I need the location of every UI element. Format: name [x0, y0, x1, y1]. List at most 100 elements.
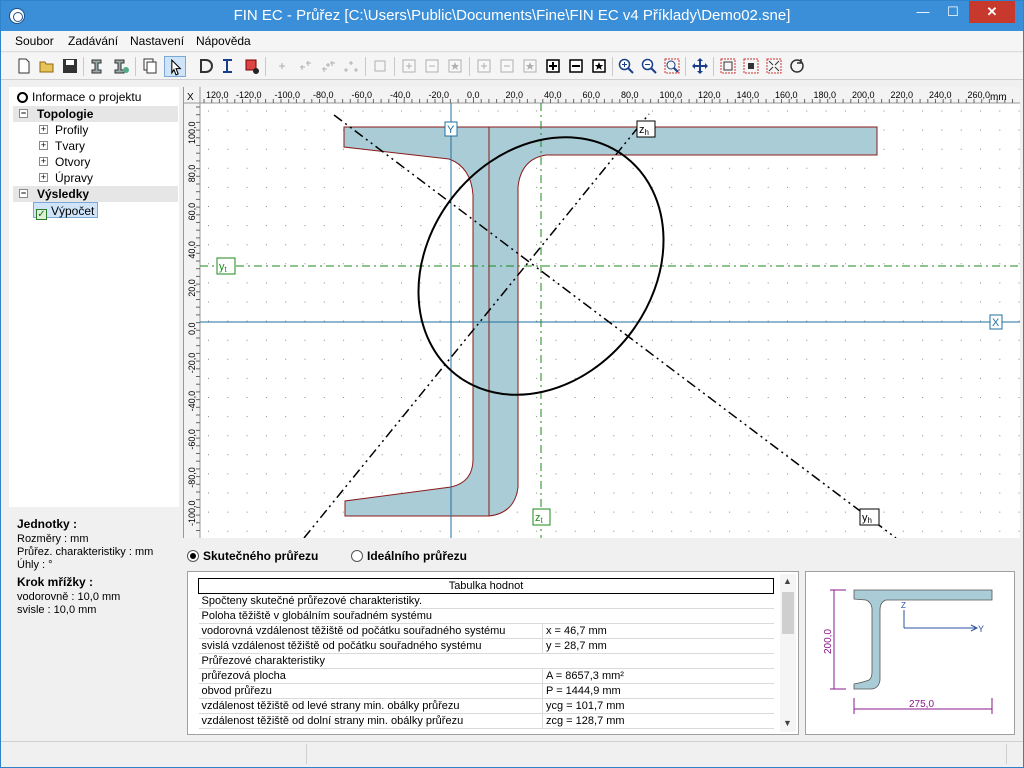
- ruler-unit: mm: [990, 92, 1007, 103]
- label-y-axis: Y: [444, 121, 458, 137]
- save-icon[interactable]: [61, 57, 79, 75]
- table-row: Spočteny skutečné průřezové charakterist…: [198, 593, 774, 609]
- title-bar[interactable]: FIN EC - Průřez [C:\Users\Public\Documen…: [1, 1, 1023, 31]
- shape-sub-bold-icon[interactable]: [567, 57, 585, 75]
- table-cell-label: svislá vzdálenost těžiště od počátku sou…: [198, 638, 543, 654]
- i-beam-icon[interactable]: [220, 57, 238, 75]
- shape-star-bold-icon[interactable]: [590, 57, 608, 75]
- label-zt: zt: [532, 508, 551, 526]
- menu-napoveda[interactable]: Nápověda: [196, 34, 251, 48]
- units-title: Jednotky :: [17, 517, 78, 531]
- section-type-radios: Skutečného průřezu Ideálního průřezu: [183, 541, 1019, 569]
- x-tick-label: -60,0: [352, 90, 373, 100]
- toolbar-separator: [265, 57, 266, 76]
- new-file-icon[interactable]: [15, 57, 33, 75]
- x-tick-label: -100,0: [275, 90, 301, 100]
- zoom-all-icon[interactable]: [742, 57, 760, 75]
- pan-icon[interactable]: [691, 57, 709, 75]
- shape-star-icon[interactable]: [521, 57, 539, 75]
- x-tick-label: 200,0: [852, 90, 875, 100]
- x-tick-label: 20,0: [506, 90, 524, 100]
- radio-ideal-section[interactable]: Ideálního průřezu: [351, 549, 467, 563]
- add-shape-icon[interactable]: [475, 57, 493, 75]
- units-section: Průřez. charakteristiky : mm: [17, 546, 154, 558]
- open-folder-icon[interactable]: [38, 57, 56, 75]
- collapse-icon[interactable]: −: [19, 189, 28, 198]
- radio-dot-icon[interactable]: [351, 550, 363, 562]
- copy-icon[interactable]: [141, 57, 159, 75]
- point3-icon[interactable]: [319, 57, 337, 75]
- maximize-button[interactable]: ☐: [939, 1, 967, 23]
- menu-nastaveni[interactable]: Nastavení: [130, 34, 184, 48]
- profile-edit-icon[interactable]: [112, 57, 130, 75]
- label-yh: yh: [859, 508, 880, 526]
- point-icon[interactable]: [273, 57, 291, 75]
- toolbar-separator: [685, 57, 686, 76]
- zoom-rect-icon[interactable]: [719, 57, 737, 75]
- tree-label-results: Výsledky: [37, 187, 90, 201]
- x-tick-label: 60,0: [583, 90, 601, 100]
- select-arrow-icon[interactable]: [164, 56, 186, 77]
- scroll-up-icon[interactable]: ▲: [783, 576, 792, 586]
- minimize-button[interactable]: —: [909, 1, 937, 23]
- menu-bar: Soubor Zadávání Nastavení Nápověda: [1, 31, 1023, 52]
- y-tick-label: 20,0: [187, 279, 197, 297]
- tree-header-results[interactable]: − Výsledky: [13, 186, 178, 202]
- table-section-label: Spočteny skutečné průřezové charakterist…: [198, 593, 774, 609]
- shape-bold-icon[interactable]: [544, 57, 562, 75]
- zoom-fit-icon[interactable]: [765, 57, 783, 75]
- toolbar-separator: [135, 57, 136, 76]
- collapse-icon[interactable]: −: [19, 109, 28, 118]
- preview-height-label: 200,0: [823, 629, 834, 654]
- scroll-thumb[interactable]: [782, 592, 794, 634]
- expand-icon[interactable]: +: [39, 141, 48, 150]
- drawing-canvas[interactable]: 120,0 -120,0 -100,0 -80,0 -60,0 -40,0 -20,0 0,0…: [183, 87, 1020, 538]
- tree-label-upravy: Úpravy: [55, 171, 94, 185]
- y-tick-label: 100,0: [187, 121, 197, 144]
- zoom-window-icon[interactable]: [663, 57, 681, 75]
- star-rect-icon[interactable]: [446, 57, 464, 75]
- zoom-in-icon[interactable]: [617, 57, 635, 75]
- radio-dot-icon[interactable]: [187, 550, 199, 562]
- x-tick-label: 140,0: [737, 90, 760, 100]
- menu-zadavani[interactable]: Zadávání: [68, 34, 118, 48]
- tree-item-upravy[interactable]: + Úpravy: [39, 170, 93, 186]
- table-scrollbar[interactable]: ▲ ▼: [780, 574, 796, 732]
- tree-item-otvory[interactable]: + Otvory: [39, 154, 90, 170]
- tree-item-vypocet[interactable]: ✓ Výpočet: [33, 202, 99, 220]
- table-cell-value: y = 28,7 mm: [542, 638, 774, 654]
- tree-label-vypocet: Výpočet: [51, 204, 95, 218]
- tree-item-tvary[interactable]: + Tvary: [39, 138, 85, 154]
- y-tick-label: -100,0: [187, 500, 197, 526]
- table-header-row: Tabulka hodnot: [198, 578, 774, 594]
- expand-icon[interactable]: +: [39, 157, 48, 166]
- scroll-down-icon[interactable]: ▼: [783, 718, 792, 728]
- profile-icon[interactable]: [89, 57, 107, 75]
- tree-header-topology[interactable]: − Topologie: [13, 106, 178, 122]
- table-row: Průřezové charakteristiky: [198, 653, 774, 669]
- refresh-icon[interactable]: [788, 57, 806, 75]
- point4-icon[interactable]: [342, 57, 360, 75]
- menu-soubor[interactable]: Soubor: [15, 34, 54, 48]
- tree-label-profily: Profily: [55, 123, 89, 137]
- status-bar: [1, 741, 1023, 767]
- tree-item-profily[interactable]: + Profily: [39, 122, 88, 138]
- tree-item-project-info[interactable]: Informace o projektu: [17, 89, 141, 105]
- node-icon[interactable]: [371, 57, 389, 75]
- tree-label-project-info: Informace o projektu: [32, 90, 142, 104]
- radio-real-section[interactable]: Skutečného průřezu: [187, 549, 318, 563]
- expand-icon[interactable]: +: [39, 125, 48, 134]
- section-red-icon[interactable]: [243, 57, 261, 75]
- sub-rect-icon[interactable]: [423, 57, 441, 75]
- add-rect-icon[interactable]: [400, 57, 418, 75]
- zoom-out-icon[interactable]: [640, 57, 658, 75]
- svg-text:Y: Y: [447, 124, 455, 136]
- section-drawing[interactable]: 120,0 -120,0 -100,0 -80,0 -60,0 -40,0 -20,0 0,0…: [184, 87, 1020, 538]
- point2-icon[interactable]: [296, 57, 314, 75]
- project-tree: Informace o projektu − Topologie + Profily…: [9, 87, 179, 507]
- x-tick-label: 120,0: [206, 90, 229, 100]
- close-button[interactable]: ✕: [969, 1, 1015, 23]
- sub-shape-icon[interactable]: [498, 57, 516, 75]
- draw-icon[interactable]: [197, 57, 215, 75]
- expand-icon[interactable]: +: [39, 173, 48, 182]
